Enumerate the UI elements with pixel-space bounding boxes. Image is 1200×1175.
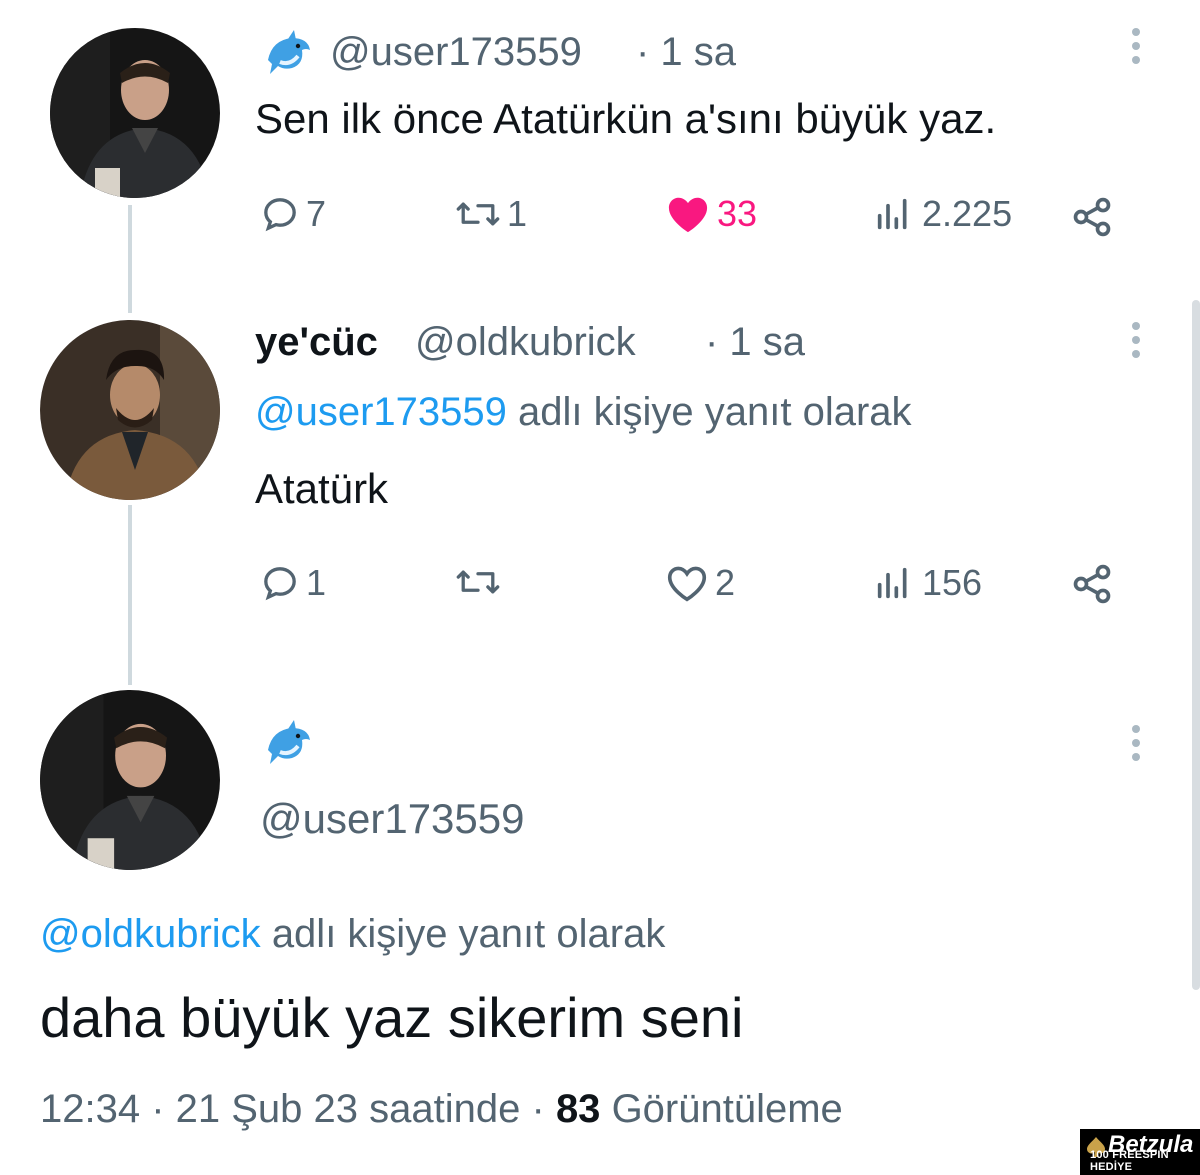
tweet3-reply-to-handle[interactable]: @oldkubrick <box>40 912 261 956</box>
views-icon <box>877 198 907 230</box>
scrollbar[interactable] <box>1192 300 1200 990</box>
tweet3-handle[interactable]: @user173559 <box>260 795 525 843</box>
retweet-icon <box>456 570 500 594</box>
tweet2-reply-button[interactable]: 1 <box>260 562 326 604</box>
views-icon <box>877 567 907 599</box>
reply-icon <box>264 198 296 232</box>
tweet2-display-name[interactable]: ye'cüc <box>255 320 378 365</box>
tweet1-view-count: 2.225 <box>922 193 1013 234</box>
tweet2-reply-count: 1 <box>306 562 327 603</box>
tweet3-more-icon[interactable] <box>1131 725 1141 761</box>
watermark-tagline: 100 FREESPIN HEDİYE <box>1090 1149 1169 1173</box>
tweet2-more-icon[interactable] <box>1131 322 1141 358</box>
tweet1-handle[interactable]: @user173559 <box>330 30 582 75</box>
tweet1-more-icon[interactable] <box>1131 28 1141 64</box>
tweet1-like-count: 33 <box>717 193 758 234</box>
heart-icon <box>667 566 707 602</box>
retweet-icon <box>456 202 500 226</box>
tweet1-retweet-count: 1 <box>507 193 528 234</box>
share-icon[interactable] <box>1070 195 1114 239</box>
tweet2-reply-to-handle[interactable]: @user173559 <box>255 390 507 434</box>
tweet2-views-button[interactable]: 156 <box>870 562 982 604</box>
tweet1-like-button[interactable]: 33 <box>665 193 757 235</box>
tweet2-text: Atatürk <box>255 465 389 512</box>
betzula-watermark: Betzula 100 FREESPIN HEDİYE <box>1080 1129 1200 1175</box>
avatar-oldkubrick[interactable] <box>40 320 220 500</box>
tweet2-time[interactable]: · 1 sa <box>705 320 805 365</box>
thread-line-1 <box>128 205 132 313</box>
tweet3-view-count: 83 <box>555 1087 601 1131</box>
tweet1-time[interactable]: · 1 sa <box>636 30 736 75</box>
share-icon[interactable] <box>1070 562 1114 606</box>
tweet1-retweet-button[interactable]: 1 <box>455 193 527 235</box>
tweet2-retweet-button[interactable] <box>455 562 507 602</box>
tweet1-reply-button[interactable]: 7 <box>260 193 326 235</box>
tweet3-reply-to-suffix: adlı kişiye yanıt olarak <box>271 912 666 956</box>
dolphin-emoji-icon <box>268 30 310 74</box>
avatar-user173559[interactable] <box>50 28 220 198</box>
tweet3-reply-to: @oldkubrick adlı kişiye yanıt olarak <box>40 912 665 957</box>
tweet3-view-label: Görüntüleme <box>611 1087 843 1131</box>
tweet2-reply-to: @user173559 adlı kişiye yanıt olarak <box>255 390 912 435</box>
tweet1-reply-count: 7 <box>306 193 327 234</box>
dolphin-emoji-icon <box>268 720 310 764</box>
tweet2-like-count: 2 <box>715 562 736 603</box>
thread-line-2 <box>128 505 132 685</box>
tweet2-handle[interactable]: @oldkubrick <box>415 320 636 365</box>
tweet3-meta: 12:34 · 21 Şub 23 saatinde · 83 Görüntül… <box>40 1087 843 1132</box>
tweet2-view-count: 156 <box>922 562 983 603</box>
tweet3-text: daha büyük yaz sikerim seni <box>40 986 744 1049</box>
reply-icon <box>264 567 296 601</box>
tweet1-views-button[interactable]: 2.225 <box>870 193 1012 235</box>
heart-icon <box>668 197 708 233</box>
tweet2-like-button[interactable]: 2 <box>665 562 735 604</box>
tweet1-text: Sen ilk önce Atatürkün a'sını büyük yaz. <box>255 95 997 142</box>
tweet3-timestamp[interactable]: 12:34 · 21 Şub 23 saatinde · <box>40 1087 545 1131</box>
avatar-user173559-focused[interactable] <box>40 690 220 870</box>
tweet2-reply-to-suffix: adlı kişiye yanıt olarak <box>518 390 912 434</box>
